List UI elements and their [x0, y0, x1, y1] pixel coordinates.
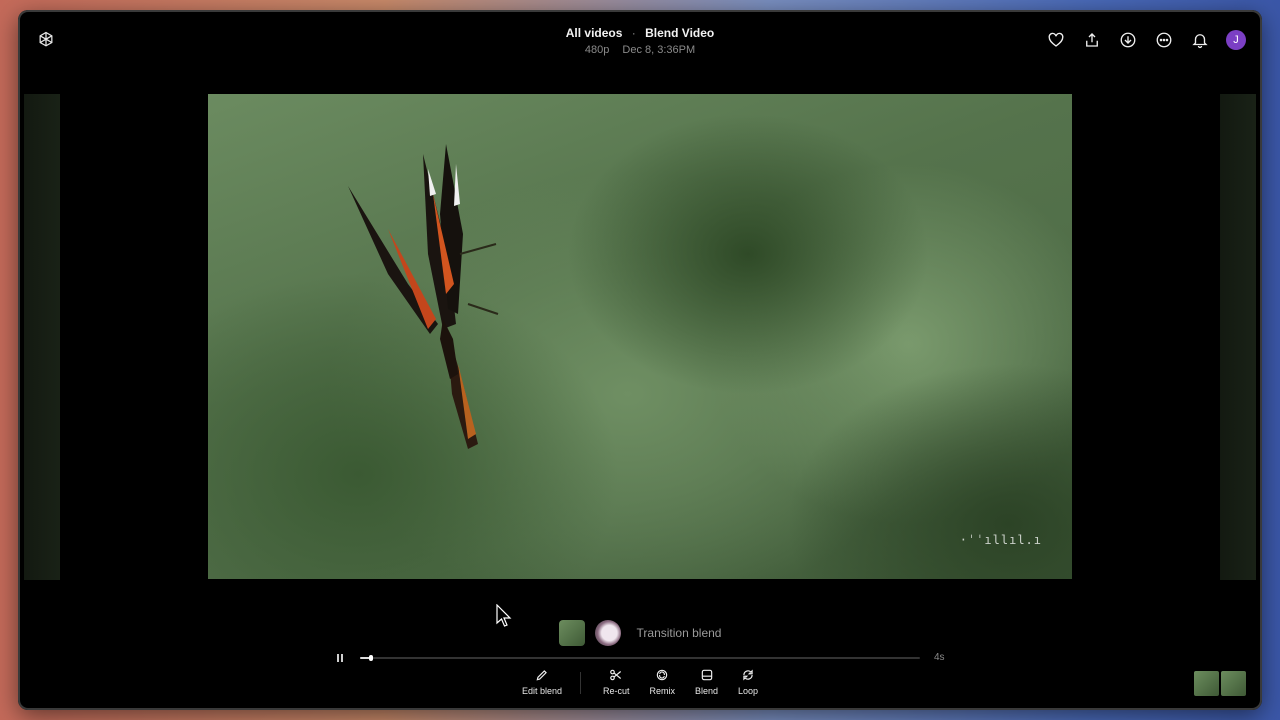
loop-label: Loop — [738, 686, 759, 696]
source-thumbnail-flower[interactable] — [594, 620, 621, 646]
blend-label: Blend — [695, 686, 719, 696]
more-icon[interactable] — [1154, 30, 1174, 50]
pause-icon — [337, 654, 339, 662]
edit-blend-button[interactable]: Edit blend — [512, 668, 572, 696]
remix-label: Remix — [649, 686, 675, 696]
blend-icon — [701, 669, 712, 681]
mouse-cursor-icon — [496, 604, 512, 627]
scrubber-track[interactable] — [360, 655, 920, 661]
download-icon[interactable] — [1118, 30, 1138, 50]
breadcrumb-separator: · — [631, 26, 636, 40]
source-thumbnail-butterfly[interactable] — [558, 620, 585, 646]
heart-icon[interactable] — [1046, 30, 1066, 50]
loop-icon — [743, 669, 753, 681]
app-window: All videos · Blend Video 480p Dec 8, 3:3… — [18, 10, 1262, 710]
blend-button[interactable]: Blend — [685, 668, 728, 696]
scissors-icon — [610, 669, 622, 681]
bell-icon[interactable] — [1190, 30, 1210, 50]
blend-type-label: Transition blend — [636, 626, 722, 640]
editing-toolbar: Edit blend Re-cut Remix Blend Loop — [18, 668, 1262, 696]
video-title: Blend Video — [645, 26, 715, 40]
remix-button[interactable]: Remix — [639, 668, 685, 696]
edit-blend-label: Edit blend — [521, 686, 562, 696]
playback-timeline: 4s — [334, 650, 954, 666]
butterfly-image — [348, 144, 499, 449]
clip-thumbnail[interactable] — [1194, 671, 1219, 696]
pause-button[interactable] — [334, 652, 346, 664]
recut-button[interactable]: Re-cut — [593, 668, 640, 696]
video-watermark: ·ˈˈıllıl.ı — [959, 533, 1042, 547]
previous-video-thumbnail[interactable] — [24, 94, 60, 580]
share-icon[interactable] — [1082, 30, 1102, 50]
remix-icon — [656, 669, 668, 681]
video-player[interactable]: ·ˈˈıllıl.ı — [208, 94, 1072, 579]
next-video-thumbnail[interactable] — [1220, 94, 1256, 580]
blend-sources: Transition blend — [18, 620, 1262, 646]
avatar[interactable]: J — [1226, 30, 1246, 50]
source-clips-strip — [1194, 671, 1246, 696]
scrubber-handle[interactable] — [369, 655, 374, 661]
header-actions: J — [1046, 30, 1246, 50]
recut-label: Re-cut — [602, 686, 630, 696]
pause-icon-bar — [341, 654, 343, 662]
loop-button[interactable]: Loop — [728, 668, 768, 696]
pencil-icon — [536, 670, 547, 681]
clip-thumbnail[interactable] — [1221, 671, 1246, 696]
toolbar-divider — [579, 672, 581, 694]
video-resolution: 480p — [584, 44, 610, 56]
video-timestamp: Dec 8, 3:36PM — [622, 44, 696, 56]
breadcrumb-all-videos[interactable]: All videos — [566, 26, 623, 40]
video-duration: 4s — [934, 652, 945, 663]
